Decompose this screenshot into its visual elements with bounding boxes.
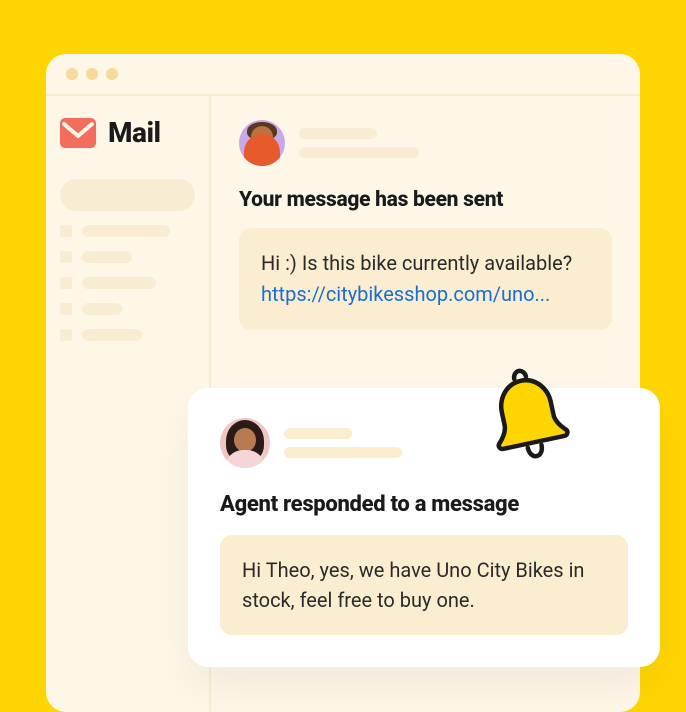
placeholder-line (284, 447, 402, 458)
sidebar-item-icon (60, 329, 72, 341)
sidebar-item-icon (60, 225, 72, 237)
sidebar-item[interactable] (60, 303, 195, 315)
bell-icon (478, 365, 578, 465)
notification-heading: Agent responded to a message (220, 492, 628, 517)
sender-avatar (239, 120, 285, 166)
sidebar-item-icon (60, 303, 72, 315)
sidebar-item-icon (60, 277, 72, 289)
sender-row (239, 120, 612, 166)
sidebar-item-label (82, 303, 122, 315)
message-bubble: Hi :) Is this bike currently available? … (239, 228, 612, 330)
sidebar-item[interactable] (60, 277, 195, 289)
window-control-dot[interactable] (86, 68, 98, 80)
window-titlebar (46, 54, 640, 96)
sidebar-item[interactable] (60, 329, 195, 341)
sidebar-item[interactable] (60, 179, 195, 211)
mail-icon (60, 118, 96, 148)
brand-label: Mail (108, 116, 161, 149)
message-heading: Your message has been sent (239, 188, 612, 212)
sidebar-item[interactable] (60, 225, 195, 237)
sidebar-item-label (82, 329, 142, 341)
placeholder-line (299, 147, 419, 158)
window-control-dot[interactable] (106, 68, 118, 80)
sidebar-item[interactable] (60, 251, 195, 263)
sidebar-item-label (82, 251, 132, 263)
placeholder-line (284, 428, 352, 439)
message-body-text: Hi :) Is this bike currently available? (261, 251, 572, 275)
notification-card: Agent responded to a message Hi Theo, ye… (188, 388, 660, 667)
message-body-link[interactable]: https://citybikesshop.com/uno... (261, 282, 550, 306)
sidebar-item-label (82, 225, 170, 237)
message-block: Your message has been sent Hi :) Is this… (239, 120, 612, 330)
sender-meta (299, 128, 419, 158)
sidebar: Mail (46, 96, 211, 712)
notification-body: Hi Theo, yes, we have Uno City Bikes in … (242, 558, 584, 612)
window-control-dot[interactable] (66, 68, 78, 80)
placeholder-line (299, 128, 377, 139)
sidebar-list (60, 179, 195, 341)
notification-bubble: Hi Theo, yes, we have Uno City Bikes in … (220, 535, 628, 635)
sidebar-item-icon (60, 251, 72, 263)
sidebar-item-label (82, 277, 156, 289)
sender-meta (284, 428, 402, 458)
brand: Mail (60, 116, 195, 149)
agent-avatar (220, 418, 270, 468)
